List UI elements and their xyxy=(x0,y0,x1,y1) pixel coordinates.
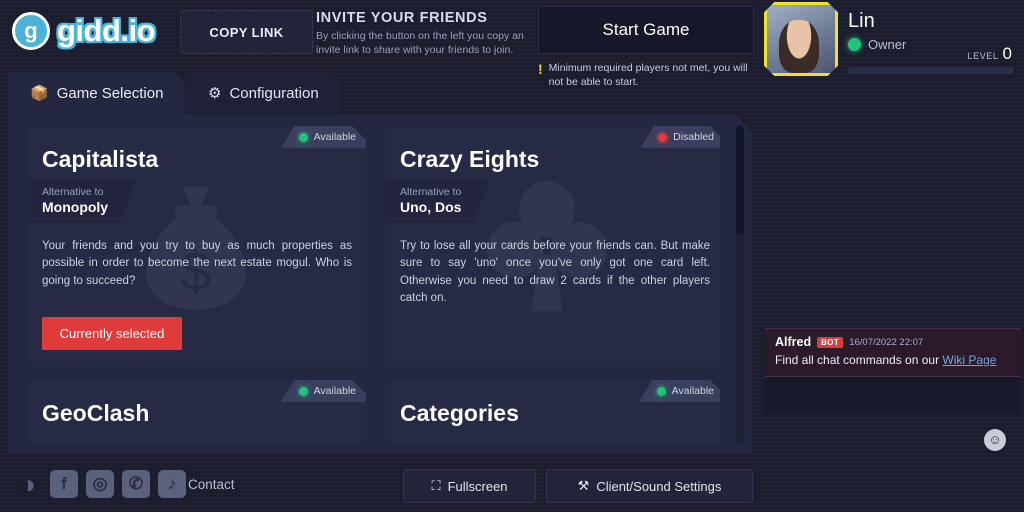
level-value: 0 xyxy=(1002,44,1012,63)
game-title: Capitalista xyxy=(42,146,159,172)
chat-message-text: Find all chat commands on our xyxy=(775,353,943,367)
instagram-icon[interactable]: ◎ xyxy=(86,470,114,498)
discord-icon[interactable]: ◑ xyxy=(14,469,42,499)
tab-bar: 📦 Game Selection ⚙ Configuration xyxy=(0,72,760,114)
alternative-value: Monopoly xyxy=(42,199,109,215)
game-title: Crazy Eights xyxy=(400,146,540,172)
status-badge-available: Available xyxy=(639,380,720,402)
game-selection-panel: $ Available Capitalista Alternative to M… xyxy=(8,114,752,454)
fullscreen-label: Fullscreen xyxy=(447,478,508,494)
avatar[interactable] xyxy=(764,2,838,76)
copy-link-button[interactable]: COPY LINK xyxy=(180,10,313,54)
tools-icon: ⚒ xyxy=(577,478,590,493)
status-badge-label: Available xyxy=(313,131,356,143)
game-title: Categories xyxy=(400,400,519,426)
scrollbar-thumb[interactable] xyxy=(736,126,744,234)
cube-icon: 📦 xyxy=(30,85,49,102)
status-badge-available: Available xyxy=(281,126,366,148)
player-role: Owner xyxy=(848,37,906,52)
player-role-label: Owner xyxy=(868,37,907,52)
invite-title: INVITE YOUR FRIENDS xyxy=(316,10,488,26)
emoji-picker-button[interactable]: ☺ xyxy=(984,429,1006,451)
brand-logo: g gidd.io xyxy=(12,12,156,50)
game-card-crazy-eights[interactable]: Disabled Crazy Eights Alternative to Uno… xyxy=(386,126,720,366)
facebook-icon[interactable]: f xyxy=(50,470,78,498)
invite-description: By clicking the button on the left you c… xyxy=(316,30,524,57)
contact-link[interactable]: Contact xyxy=(188,477,235,492)
chat-message-time: 16/07/2022 22:07 xyxy=(849,336,924,348)
game-card-capitalista[interactable]: $ Available Capitalista Alternative to M… xyxy=(28,126,366,366)
game-list-scrollbar[interactable] xyxy=(736,126,744,444)
game-title: GeoClash xyxy=(42,400,150,426)
status-dot-icon xyxy=(657,387,666,396)
game-card-categories[interactable]: Available Categories xyxy=(386,380,720,444)
status-badge-label: Disabled xyxy=(673,131,714,143)
alternative-box: Alternative to Monopoly xyxy=(28,180,136,223)
chat-log: Alfred BOT 16/07/2022 22:07 Find all cha… xyxy=(765,328,1021,414)
status-badge-disabled: Disabled xyxy=(640,126,720,148)
level-progress-bar xyxy=(848,67,1014,74)
status-badge-available: Available xyxy=(281,380,366,402)
settings-label: Client/Sound Settings xyxy=(596,478,722,494)
twitter-icon[interactable]: ✆ xyxy=(122,470,150,498)
expand-icon: ⛶ xyxy=(431,478,441,493)
alternative-label: Alternative to xyxy=(42,186,104,198)
tab-configuration-label: Configuration xyxy=(229,84,319,102)
level-label: LEVEL xyxy=(967,51,999,61)
invite-block: INVITE YOUR FRIENDS By clicking the butt… xyxy=(316,10,532,57)
top-bar: g gidd.io COPY LINK INVITE YOUR FRIENDS … xyxy=(0,0,762,88)
footer-bar: ◑ f ◎ ✆ ♪ Contact ⛶ Fullscreen ⚒ Client/… xyxy=(0,460,762,512)
game-card-list: $ Available Capitalista Alternative to M… xyxy=(28,126,720,444)
status-dot-icon xyxy=(299,387,308,396)
wiki-page-link[interactable]: Wiki Page xyxy=(942,353,996,367)
status-badge-label: Available xyxy=(313,385,356,397)
player-panel: Lin Owner LEVEL 0 xyxy=(762,0,1024,80)
currently-selected-button[interactable]: Currently selected xyxy=(42,317,182,350)
chat-panel: Alfred BOT 16/07/2022 22:07 Find all cha… xyxy=(762,82,1024,460)
alternative-value: Uno, Dos xyxy=(400,199,462,215)
alternative-box: Alternative to Uno, Dos xyxy=(386,180,489,223)
chat-message-author: Alfred xyxy=(775,335,812,349)
tab-game-selection[interactable]: 📦 Game Selection xyxy=(8,72,185,114)
status-badge-label: Available xyxy=(671,385,714,397)
gear-icon: ⚙ xyxy=(208,85,222,102)
player-level: LEVEL 0 xyxy=(968,44,1013,64)
fullscreen-button[interactable]: ⛶ Fullscreen xyxy=(403,469,536,503)
brand-name: gidd.io xyxy=(57,13,156,48)
alternative-label: Alternative to xyxy=(400,186,462,198)
client-sound-settings-button[interactable]: ⚒ Client/Sound Settings xyxy=(546,469,753,503)
logo-mark-icon: g xyxy=(12,12,50,50)
online-status-icon xyxy=(848,38,861,51)
game-description: Try to lose all your cards before your f… xyxy=(400,240,710,305)
game-description: Your friends and you try to buy as much … xyxy=(42,240,352,287)
chat-message-body: Find all chat commands on our Wiki Page xyxy=(775,352,1011,368)
chat-message: Alfred BOT 16/07/2022 22:07 Find all cha… xyxy=(765,328,1021,378)
status-dot-icon xyxy=(299,133,308,142)
player-name: Lin xyxy=(848,10,875,32)
start-game-button[interactable]: Start Game xyxy=(538,6,754,54)
chat-message-header: Alfred BOT 16/07/2022 22:07 xyxy=(775,335,1011,349)
tab-game-selection-label: Game Selection xyxy=(56,84,164,102)
status-dot-icon xyxy=(658,133,667,142)
tiktok-icon[interactable]: ♪ xyxy=(158,470,186,498)
social-links: ◑ f ◎ ✆ ♪ xyxy=(14,469,186,499)
game-card-geoclash[interactable]: Available GeoClash xyxy=(28,380,366,444)
tab-configuration[interactable]: ⚙ Configuration xyxy=(186,72,341,114)
bot-badge: BOT xyxy=(817,336,844,348)
